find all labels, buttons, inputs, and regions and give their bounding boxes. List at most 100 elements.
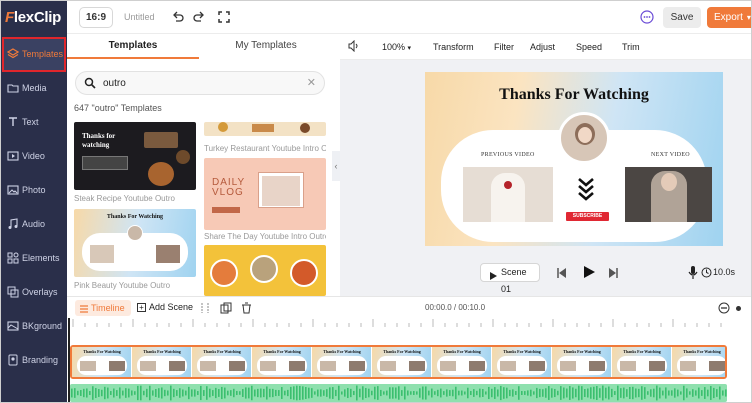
save-button[interactable]: Save [663, 7, 701, 28]
tab-templates[interactable]: Templates [67, 34, 199, 59]
frame-thumb [109, 361, 125, 371]
collapse-panel-button[interactable]: ‹ [332, 151, 340, 181]
zoom-slider-handle[interactable] [736, 306, 741, 311]
scene-duration[interactable]: 10.0s [713, 267, 735, 277]
sidebar-item-media[interactable]: Media [4, 73, 64, 104]
waveform-bar [131, 390, 133, 396]
zoom-out-icon[interactable] [718, 302, 730, 317]
undo-icon[interactable] [171, 10, 185, 24]
frame-thumb [349, 361, 365, 371]
waveform-bar [551, 388, 553, 398]
search-value: outro [103, 78, 126, 89]
folder-icon [6, 81, 20, 95]
tab-my-templates[interactable]: My Templates [200, 34, 332, 59]
export-button[interactable]: Export ▾ [707, 7, 751, 28]
play-icon[interactable] [582, 265, 596, 282]
zoom-select[interactable]: 100% ▾ [382, 42, 411, 52]
timeline-toggle-button[interactable]: Timeline [75, 300, 131, 316]
sidebar-item-audio[interactable]: Audio [4, 209, 64, 240]
video-track[interactable]: Thanks For Watching Thanks For Watching Th… [70, 345, 727, 379]
waveform-bar [152, 390, 154, 396]
timeline-frame-title: Thanks For Watching [203, 349, 241, 354]
avatar-image[interactable] [558, 112, 610, 164]
waveform-bar [167, 390, 169, 396]
volume-icon[interactable] [348, 39, 360, 54]
sidebar-item-video[interactable]: Video [4, 141, 64, 172]
waveform-bar [542, 389, 544, 397]
previous-video-thumbnail[interactable] [463, 167, 553, 222]
adjust-button[interactable]: Adjust [530, 42, 555, 52]
project-title[interactable]: Untitled [124, 12, 155, 22]
template-card-pink-beauty[interactable]: Thanks For Watching [74, 209, 196, 277]
waveform-bar [392, 387, 394, 399]
timeline-frame-title: Thanks For Watching [623, 349, 661, 354]
feedback-icon[interactable] [640, 10, 654, 24]
waveform-bar [473, 389, 475, 397]
waveform-bar [212, 390, 214, 396]
flexclip-logo[interactable]: FlexClip [5, 9, 61, 26]
template-card-turkey[interactable] [204, 122, 326, 136]
next-video-thumbnail[interactable] [625, 167, 712, 222]
waveform-bar [539, 388, 541, 398]
audio-waveform-track[interactable] [70, 384, 727, 402]
template-card-daily-vlog[interactable]: DAILY VLOG [204, 158, 326, 230]
sidebar-item-overlays[interactable]: Overlays [4, 277, 64, 308]
waveform-bar [128, 388, 130, 398]
waveform-bar [302, 386, 304, 400]
sidebar-item-bkground[interactable]: BKground [4, 311, 64, 342]
sidebar-item-label: Branding [22, 355, 59, 365]
waveform-bar [647, 391, 649, 395]
video-canvas[interactable]: Thanks For Watching PREVIOUS VIDEO NEXT … [425, 72, 723, 246]
waveform-bar [200, 385, 202, 401]
delete-icon[interactable] [241, 302, 252, 317]
microphone-icon[interactable] [688, 266, 698, 283]
waveform-bar [284, 390, 286, 396]
clock-icon [701, 267, 712, 281]
waveform-bar [122, 390, 124, 396]
playhead[interactable] [68, 318, 70, 402]
redo-icon[interactable] [192, 10, 206, 24]
canvas-title[interactable]: Thanks For Watching [425, 86, 723, 104]
next-scene-icon[interactable] [608, 268, 618, 281]
add-scene-button[interactable]: + Add Scene [137, 302, 193, 312]
filter-button[interactable]: Filter [494, 42, 514, 52]
template-thumb-image [90, 245, 114, 263]
fullscreen-icon[interactable] [217, 10, 231, 24]
waveform-bar [224, 387, 226, 399]
template-card-steak[interactable]: Thanks for watching [74, 122, 196, 190]
waveform-bar [452, 389, 454, 397]
sidebar-item-branding[interactable]: Branding [4, 345, 64, 376]
timeline-frame: Thanks For Watching [372, 347, 432, 377]
sidebar-item-text[interactable]: Text [4, 107, 64, 138]
waveform-bar [296, 385, 298, 401]
waveform-bar [497, 389, 499, 397]
duplicate-icon[interactable] [220, 302, 232, 317]
clear-search-icon[interactable]: ✕ [307, 76, 316, 89]
waveform-bar [458, 390, 460, 396]
split-icon[interactable] [199, 302, 211, 317]
frame-thumb [229, 361, 245, 371]
sidebar-item-templates[interactable]: Templates [2, 37, 66, 72]
template-card-food[interactable] [204, 245, 326, 296]
waveform-bar [578, 385, 580, 401]
waveform-bar [545, 388, 547, 398]
transform-button[interactable]: Transform [433, 42, 474, 52]
aspect-ratio-button[interactable]: 16:9 [79, 7, 113, 28]
subscribe-badge[interactable]: SUBSCRIBE [566, 212, 609, 221]
waveform-bar [692, 389, 694, 397]
waveform-bar [425, 386, 427, 400]
waveform-bar [587, 388, 589, 398]
search-input[interactable]: outro ✕ [75, 71, 325, 95]
waveform-bar [215, 387, 217, 399]
frame-thumb [320, 361, 336, 371]
speed-button[interactable]: Speed [576, 42, 602, 52]
trim-button[interactable]: Trim [622, 42, 640, 52]
waveform-bar [446, 389, 448, 397]
sidebar-item-elements[interactable]: Elements [4, 243, 64, 274]
sidebar-item-photo[interactable]: Photo [4, 175, 64, 206]
waveform-bar [455, 386, 457, 400]
timeline-frame: Thanks For Watching [612, 347, 672, 377]
previous-scene-icon[interactable] [557, 268, 567, 281]
scene-select-button[interactable]: Scene 01 [480, 263, 540, 294]
waveform-bar [482, 389, 484, 397]
